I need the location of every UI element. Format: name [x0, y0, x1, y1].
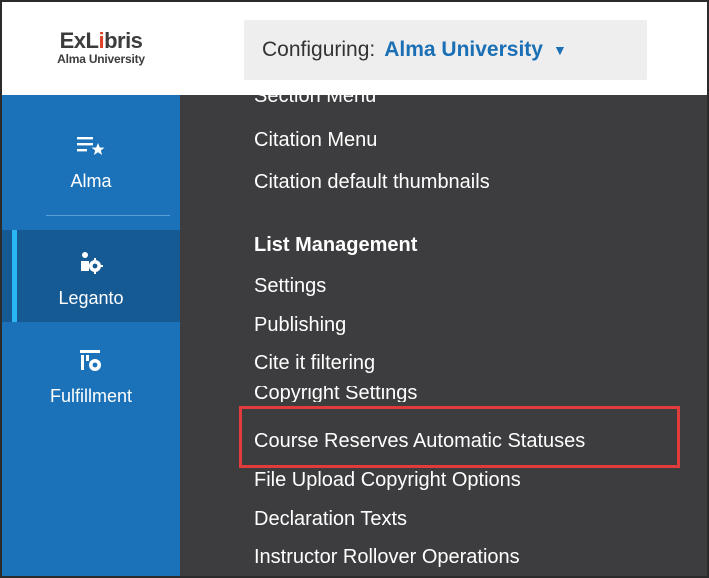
app-frame: ExLibris Alma University Configuring: Al… [0, 0, 709, 578]
logo-brand: ExLibris [59, 28, 143, 53]
sidebar-item-fulfillment[interactable]: Fulfillment [2, 328, 180, 420]
menu-item-citation-menu[interactable]: Citation Menu [254, 129, 377, 152]
menu-item-cite-it-filtering[interactable]: Cite it filtering [254, 352, 375, 375]
logo-institution-name: Alma University [57, 52, 145, 66]
menu-item-citation-thumbnails[interactable]: Citation default thumbnails [254, 171, 490, 194]
sidebar-item-label: Alma [70, 171, 112, 191]
fulfillment-gear-icon [2, 346, 180, 376]
institution-selector[interactable]: Configuring: Alma University ▼ [244, 20, 647, 80]
menu-heading-list-management: List Management [254, 234, 418, 256]
menu-item-publishing[interactable]: Publishing [254, 314, 346, 337]
sidebar-item-leganto[interactable]: Leganto [2, 230, 180, 322]
module-sidebar: Alma Leganto Fulfillment [2, 95, 180, 576]
menu-item-instructor-rollover[interactable]: Instructor Rollover Operations [254, 546, 520, 569]
exlibris-logo[interactable]: ExLibris Alma University [46, 28, 156, 67]
menu-item-label: Copyright Settings [254, 386, 418, 402]
menu-item-course-reserves-statuses[interactable]: Course Reserves Automatic Statuses [254, 430, 585, 453]
menu-item-section-menu[interactable]: Section Menu [254, 95, 376, 108]
configuring-value: Alma University [384, 38, 543, 61]
leganto-gear-icon [2, 248, 180, 278]
configuring-label: Configuring: [262, 38, 376, 61]
sidebar-item-label: Leganto [58, 288, 124, 308]
top-header: ExLibris Alma University Configuring: Al… [2, 2, 707, 95]
menu-item-declaration-texts[interactable]: Declaration Texts [254, 508, 407, 531]
sidebar-divider [46, 215, 170, 216]
sidebar-item-alma[interactable]: Alma [2, 113, 180, 205]
chevron-down-icon: ▼ [552, 42, 567, 58]
sidebar-item-label: Fulfillment [49, 386, 133, 406]
menu-item-file-upload-copyright[interactable]: File Upload Copyright Options [254, 469, 521, 492]
menu-item-settings[interactable]: Settings [254, 275, 326, 298]
menu-item-copyright-settings[interactable]: Copyright Settings [254, 386, 417, 402]
list-star-icon [2, 131, 180, 161]
configuration-menu: Section Menu Citation Menu Citation defa… [180, 95, 707, 576]
